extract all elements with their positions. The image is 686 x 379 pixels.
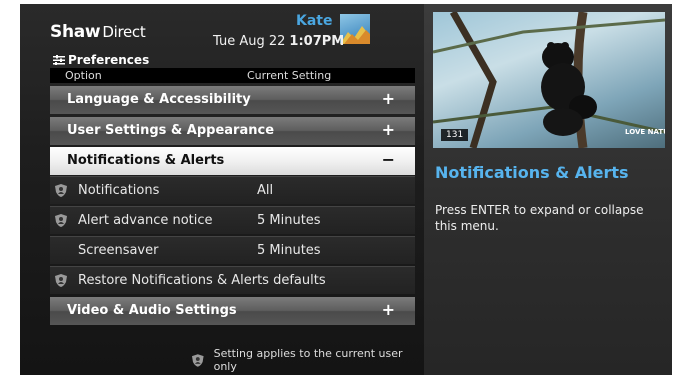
user-shield-icon (55, 184, 67, 197)
live-tv-preview[interactable]: LOVE NATURE 131 (433, 12, 665, 148)
collapse-icon: − (381, 150, 395, 169)
preferences-icon (53, 55, 65, 65)
channel-number: 131 (441, 129, 469, 141)
brand-logo: Shaw Direct (50, 22, 146, 42)
restore-defaults-button[interactable]: Restore Notifications & Alerts defaults (50, 266, 415, 294)
option-column-header: Option (65, 69, 102, 82)
user-shield-icon (192, 353, 204, 367)
footer-note: Setting applies to the current user only (192, 347, 422, 373)
svg-text:LOVE NATURE: LOVE NATURE (625, 128, 665, 136)
category-user-settings-appearance[interactable]: User Settings & Appearance + (50, 117, 415, 145)
expand-icon: + (381, 120, 395, 139)
info-panel: LOVE NATURE 131 Notifications & Alerts P… (424, 4, 672, 375)
user-shield-icon (55, 274, 67, 287)
user-shield-icon (55, 214, 67, 227)
tv-screen: Shaw Direct Kate Tue Aug 22 1:07PM Prefere… (20, 4, 672, 375)
date-time: Tue Aug 22 1:07PM (213, 34, 345, 49)
category-notifications-alerts[interactable]: Notifications & Alerts − (50, 147, 415, 175)
info-description: Press ENTER to expand or collapse this m… (435, 203, 644, 233)
user-name[interactable]: Kate (296, 13, 332, 29)
category-video-audio-settings[interactable]: Video & Audio Settings + (50, 297, 415, 325)
user-avatar[interactable] (340, 14, 370, 44)
page-title: Preferences (53, 53, 149, 67)
expand-icon: + (381, 89, 395, 108)
setting-notifications[interactable]: Notifications All (50, 176, 415, 204)
preferences-panel: Shaw Direct Kate Tue Aug 22 1:07PM Prefere… (20, 4, 422, 375)
current-setting-column-header: Current Setting (247, 69, 332, 82)
expand-icon: + (381, 300, 395, 319)
info-title: Notifications & Alerts (435, 163, 629, 182)
setting-screensaver[interactable]: Screensaver 5 Minutes (50, 236, 415, 264)
setting-alert-advance-notice[interactable]: Alert advance notice 5 Minutes (50, 206, 415, 234)
column-header: Option Current Setting (50, 68, 415, 83)
bear-cubs-image: LOVE NATURE (433, 12, 665, 148)
category-language-accessibility[interactable]: Language & Accessibility + (50, 86, 415, 114)
